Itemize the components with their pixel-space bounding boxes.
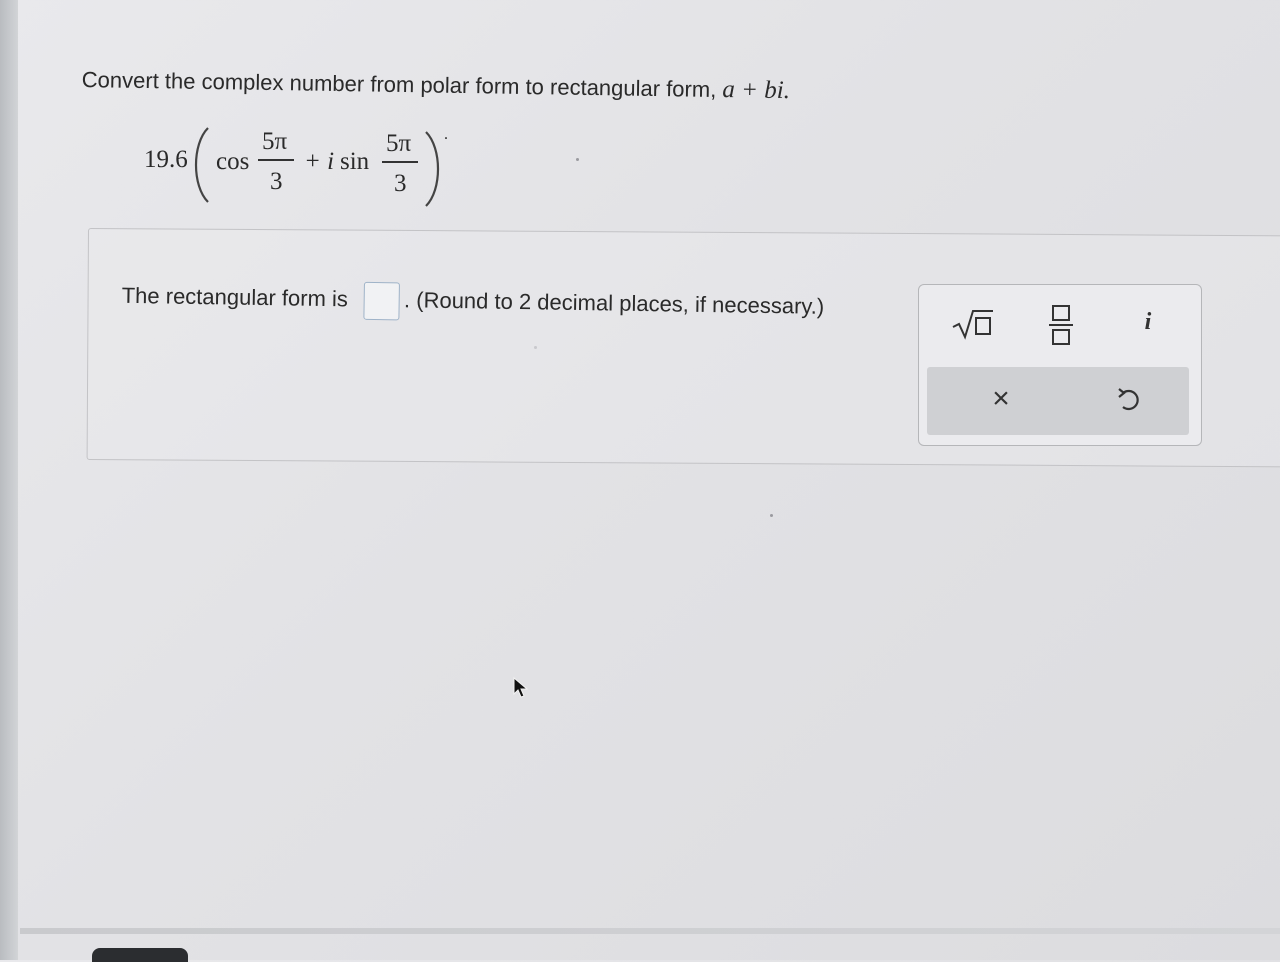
bottom-divider <box>20 928 1280 934</box>
plus-i: + i <box>304 148 335 175</box>
sin-denominator: 3 <box>394 170 407 197</box>
sin-numerator: 5π <box>386 130 412 157</box>
answer-input[interactable] <box>363 281 401 321</box>
math-keypad: i × <box>918 284 1202 446</box>
question-prompt: Convert the complex number from polar fo… <box>81 66 717 102</box>
speck <box>534 346 537 349</box>
question-text: Convert the complex number from polar fo… <box>82 66 791 105</box>
speck <box>576 158 579 161</box>
answer-suffix: . (Round to 2 decimal places, if necessa… <box>403 287 825 319</box>
modulus: 19.6 <box>144 146 188 173</box>
sin-fraction-bar <box>382 161 418 163</box>
left-paren <box>194 127 209 203</box>
rectangular-form-expression: a + bi <box>722 76 784 105</box>
cos-label: cos <box>216 148 250 175</box>
cos-denominator: 3 <box>270 168 283 195</box>
undo-icon[interactable] <box>1111 381 1147 417</box>
imaginary-unit-button[interactable]: i <box>1133 309 1163 343</box>
polar-expression: 19.6 cos 5π 3 + i sin 5π 3 . <box>144 118 464 208</box>
clear-button[interactable]: × <box>983 381 1019 417</box>
expression-period: . <box>444 126 448 143</box>
question-period: . <box>783 77 791 105</box>
keypad-action-bar: × <box>927 367 1189 435</box>
sin-label: sin <box>340 148 370 175</box>
monitor-bezel <box>0 0 18 960</box>
cos-fraction-bar <box>258 159 294 161</box>
cos-numerator: 5π <box>262 128 288 155</box>
speck <box>770 514 773 517</box>
sqrt-template-icon[interactable] <box>949 307 997 341</box>
fraction-template-icon[interactable] <box>1041 303 1081 347</box>
answer-prefix: The rectangular form is <box>121 282 349 312</box>
mouse-cursor-icon <box>513 676 529 698</box>
